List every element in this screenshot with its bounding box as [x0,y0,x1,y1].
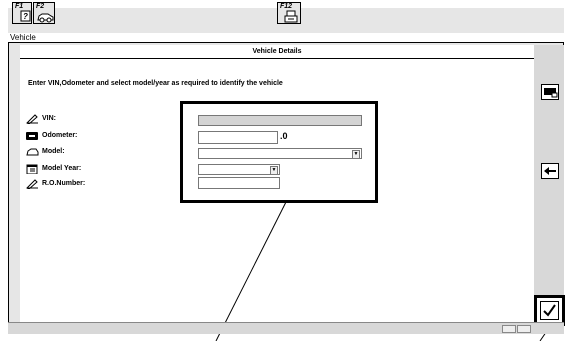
screen-icon [544,88,558,98]
status-indicator [517,325,531,333]
ok-button[interactable] [540,301,559,320]
screen-button[interactable] [541,84,559,100]
back-button[interactable] [541,163,559,179]
back-arrow-icon [544,167,556,175]
checkmark-icon [543,304,556,317]
callout-leader-lines [215,201,552,341]
status-bar [8,322,564,334]
status-indicator [502,325,516,333]
